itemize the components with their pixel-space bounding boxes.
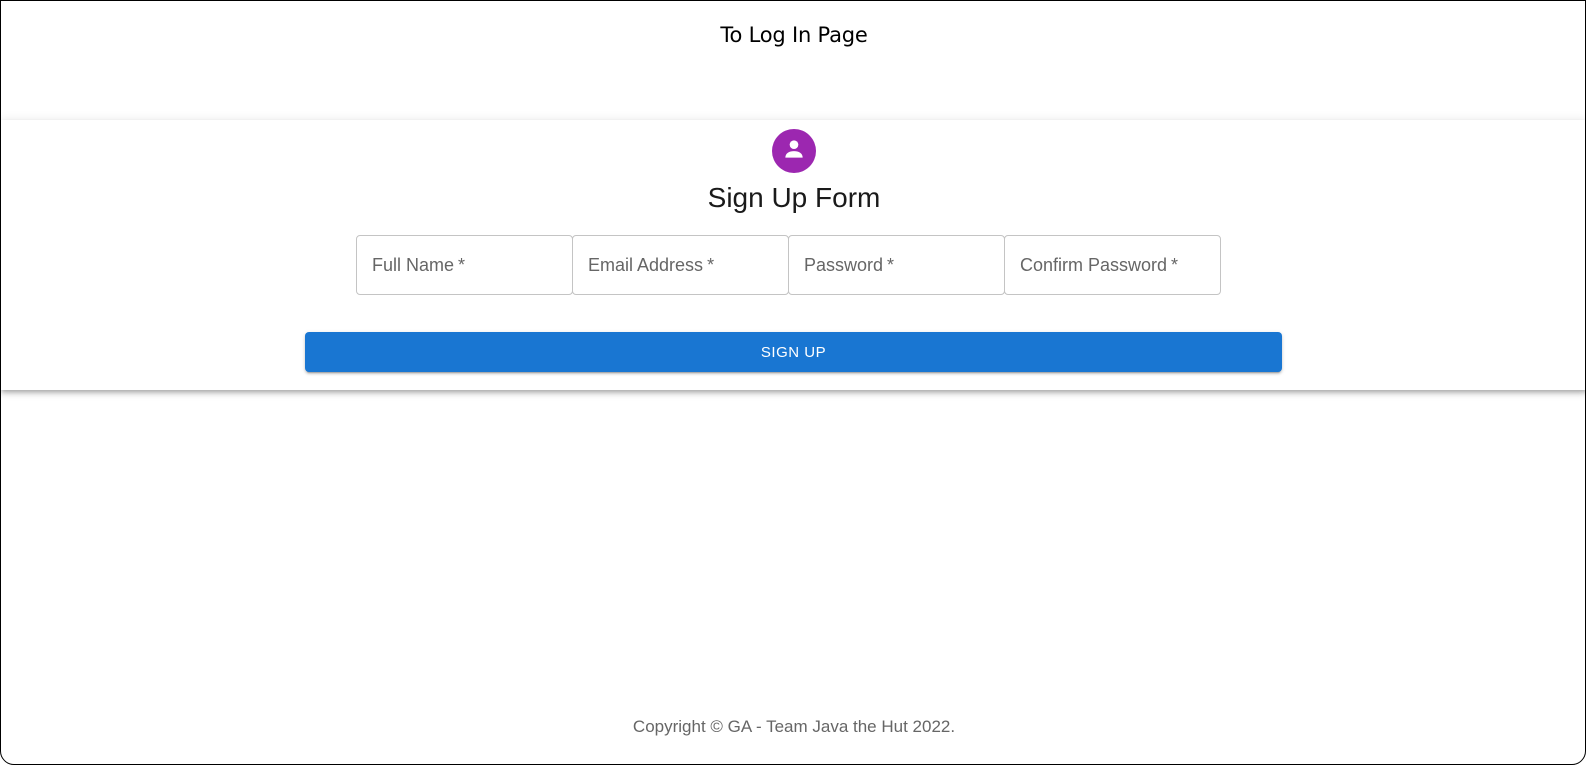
sign-up-button[interactable]: SIGN UP [305, 332, 1282, 372]
email-input[interactable] [573, 236, 788, 294]
avatar [772, 129, 816, 173]
login-link-container: To Log In Page [1, 23, 1585, 47]
password-input[interactable] [789, 236, 1004, 294]
form-fields: Full Name * Email Address * Password * Conf… [356, 235, 1221, 295]
confirm-password-input[interactable] [1005, 236, 1220, 294]
to-login-link[interactable]: To Log In Page [720, 23, 867, 47]
signup-form-card: Sign Up Form Full Name * Email Address * P… [1, 120, 1585, 390]
page-frame: To Log In Page Sign Up Form Full Name * E… [0, 0, 1586, 765]
email-field[interactable]: Email Address * [572, 235, 789, 295]
full-name-field[interactable]: Full Name * [356, 235, 573, 295]
form-title: Sign Up Form [707, 182, 881, 213]
footer-copyright: Copyright © GA - Team Java the Hut 2022. [632, 717, 956, 736]
full-name-input[interactable] [357, 236, 572, 294]
person-icon [781, 136, 807, 167]
password-field[interactable]: Password * [788, 235, 1005, 295]
confirm-password-field[interactable]: Confirm Password * [1004, 235, 1221, 295]
